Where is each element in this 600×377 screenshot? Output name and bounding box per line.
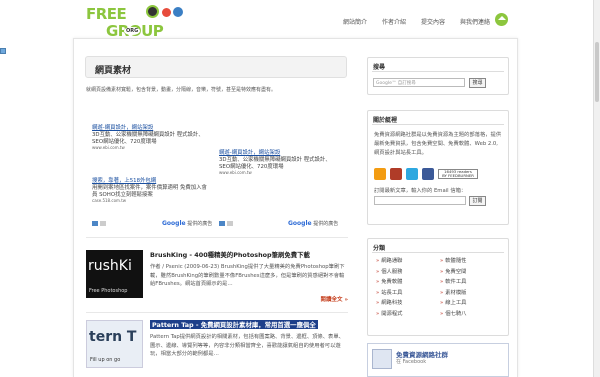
category-link[interactable]: 個七騎八	[440, 309, 504, 317]
category-link[interactable]: 軟件工具	[440, 277, 504, 285]
ad-item[interactable]: 網遊-網頁設計，網站架設 3D互動、公家機關無障礙網頁設計 程式設計、SEO網站…	[92, 125, 212, 151]
page-intro: 就網頁設備素材寬鬆，包含背景，動畫，分隔線，音樂，符號，甚至是特效應有盡有。	[86, 87, 277, 93]
facebook-icon[interactable]	[422, 168, 434, 180]
divider	[372, 71, 504, 72]
ad-url[interactable]: case.518.com.tw	[92, 198, 212, 204]
post-title[interactable]: Pattern Tap - 免費網頁設計素材庫，常用首選一應俱全	[150, 320, 318, 329]
logo-dot-red	[162, 8, 171, 17]
category-link[interactable]: 開源程式	[376, 309, 440, 317]
logo-dot-blue	[173, 7, 183, 17]
thumb-text: tern T	[89, 329, 137, 345]
nav-author[interactable]: 作者介紹	[382, 17, 406, 26]
nav-submit[interactable]: 提交內容	[421, 17, 445, 26]
post-excerpt: Pattern Tap提供網頁設計的相關素材，包括有圖案路、背景、邊框、頂條、表…	[150, 334, 344, 357]
nav-contact[interactable]: 與我們連絡	[460, 17, 490, 26]
read-more-link[interactable]: 閱讀全文 »	[321, 295, 348, 303]
category-link[interactable]: 站長工具	[376, 288, 440, 296]
nav-about-site[interactable]: 網站簡介	[343, 17, 367, 26]
rss-icon[interactable]	[374, 168, 386, 180]
feedburner-counter[interactable]: 16493 readers BY FEEDBURNER	[438, 169, 478, 179]
categories-widget: 分類 網路通聯 軟體隨性 個人服務 免費空間 免費軟體 軟件工具 站長工具 素材…	[367, 238, 509, 336]
ad-prev-icon[interactable]	[219, 221, 225, 226]
google-ads-text: 提供的廣告	[187, 221, 213, 227]
about-header: 關於艇裡	[373, 117, 398, 124]
subscribe-label: 訂閱最新文章，輸入你的 Email 信箱：	[374, 188, 467, 194]
gear-icon	[146, 5, 159, 18]
ad-body: 用開到案地區找案件，案件價算適明 免費加入會員 SOHO找立刻輕鬆接案	[92, 185, 207, 198]
post-item: rushKi Free Photoshop BrushKing - 400種精美…	[86, 250, 348, 310]
search-widget: 搜尋 Google™ 自訂搜尋 搜尋	[367, 57, 509, 95]
top-nav: 網站簡介 作者介紹 提交內容 與我們連絡	[343, 17, 490, 26]
categories-header: 分類	[373, 245, 386, 252]
facebook-widget[interactable]: 免費資源網路社群 在 Facebook	[367, 343, 509, 377]
category-link[interactable]: 線上工具	[440, 298, 504, 306]
google-word: Google	[162, 220, 186, 227]
thumb-subtext: Free Photoshop	[89, 288, 128, 294]
post-thumbnail[interactable]: tern T Fill up on go	[86, 320, 143, 368]
ad-item[interactable]: 搜索，靠著，上518外包網 用開到案地區找案件，案件價算適明 免費加入會員 SO…	[92, 178, 212, 204]
home-icon[interactable]	[495, 13, 508, 26]
post-excerpt: 作者 / Psenic (2009-06-23) BrushKing提供了大量精…	[150, 263, 347, 289]
category-link[interactable]: 網路通聯	[376, 256, 440, 264]
facebook-page-avatar[interactable]	[372, 349, 392, 369]
ad-title[interactable]: 搜索，靠著，上518外包網	[92, 178, 212, 185]
divider	[86, 312, 348, 313]
ad-prev-icon[interactable]	[92, 221, 98, 226]
about-text: 免費資源網路社群是以免費資源為主題的部落格，提供最新免費資訊，包含免費空間、免費…	[374, 132, 502, 156]
category-link[interactable]: 網路科技	[376, 298, 440, 306]
divider	[372, 124, 504, 125]
about-widget: 關於艇裡 免費資源網路社群是以免費資源為主題的部落格，提供最新免費資訊，包含免費…	[367, 110, 509, 225]
divider	[86, 237, 348, 238]
category-link[interactable]: 軟體隨性	[440, 256, 504, 264]
category-link[interactable]: 免費空間	[440, 267, 504, 275]
ad-next-icon[interactable]	[227, 221, 233, 226]
bookmark-icon[interactable]	[0, 48, 6, 54]
facebook-page-subtitle: 在 Facebook	[396, 359, 427, 365]
category-list: 網路通聯 軟體隨性 個人服務 免費空間 免費軟體 軟件工具 站長工具 素材模版 …	[376, 256, 504, 317]
page-title-box: 網頁素材	[85, 56, 347, 78]
site-logo[interactable]: FREE GROUP ORG	[86, 5, 188, 41]
ad-title[interactable]: 網遊-網頁設計，網站架設	[92, 125, 212, 132]
search-button[interactable]: 搜尋	[469, 78, 486, 88]
readers-source: BY FEEDBURNER	[442, 173, 474, 178]
ad-next-icon[interactable]	[100, 221, 106, 226]
ad-item[interactable]: 網遊-網頁設計，網站架設 3D互動、公家機關無障礙網頁設計 程式設計、SEO網站…	[219, 150, 339, 176]
post-thumbnail[interactable]: rushKi Free Photoshop	[86, 250, 143, 298]
ad-pager-right	[219, 221, 233, 226]
site-header: FREE GROUP ORG 網站簡介 作者介紹 提交內容 與我們連絡	[0, 0, 600, 41]
plurk-icon[interactable]	[390, 168, 402, 180]
email-field[interactable]	[374, 196, 466, 205]
google-word: Google	[288, 220, 312, 227]
subscribe-button[interactable]: 訂閱	[469, 196, 486, 206]
post-item: tern T Fill up on go Pattern Tap - 免費網頁設…	[86, 320, 348, 377]
google-ads-text: 提供的廣告	[313, 221, 339, 227]
google-ads-label[interactable]: Google 提供的廣告	[162, 220, 212, 227]
page-title: 網頁素材	[95, 66, 132, 76]
ad-body: 3D互動、公家機關無障礙網頁設計 程式設計、SEO網站優化、720度環場	[92, 132, 204, 145]
ad-url[interactable]: www.ebi.com.tw	[92, 145, 212, 151]
post-title[interactable]: BrushKing - 400種精美的Photoshop筆刷免費下載	[150, 250, 310, 259]
social-links: 16493 readers BY FEEDBURNER	[374, 168, 478, 180]
ad-title[interactable]: 網遊-網頁設計，網站架設	[219, 150, 339, 157]
logo-text-free: FREE	[86, 5, 127, 23]
logo-org-badge: ORG	[124, 27, 141, 35]
category-link[interactable]: 個人服務	[376, 267, 440, 275]
twitter-icon[interactable]	[406, 168, 418, 180]
post-meta: 作者 / Psenic (2009-06-23)	[150, 264, 220, 270]
scrollbar-thumb[interactable]	[595, 42, 599, 102]
thumb-text: rushKi	[88, 258, 132, 274]
search-header: 搜尋	[373, 64, 386, 71]
scrollbar[interactable]	[593, 0, 600, 377]
search-input[interactable]: Google™ 自訂搜尋	[373, 78, 465, 87]
ad-body: 3D互動、公家機關無障礙網頁設計 程式設計、SEO網站優化、720度環場	[219, 157, 331, 170]
google-ads-label[interactable]: Google 提供的廣告	[288, 220, 338, 227]
category-link[interactable]: 素材模版	[440, 288, 504, 296]
thumb-subtext: Fill up on go	[90, 357, 121, 363]
category-link[interactable]: 免費軟體	[376, 277, 440, 285]
divider	[372, 252, 504, 253]
ad-url[interactable]: www.ebi.com.tw	[219, 170, 339, 176]
ad-pager-left	[92, 221, 106, 226]
